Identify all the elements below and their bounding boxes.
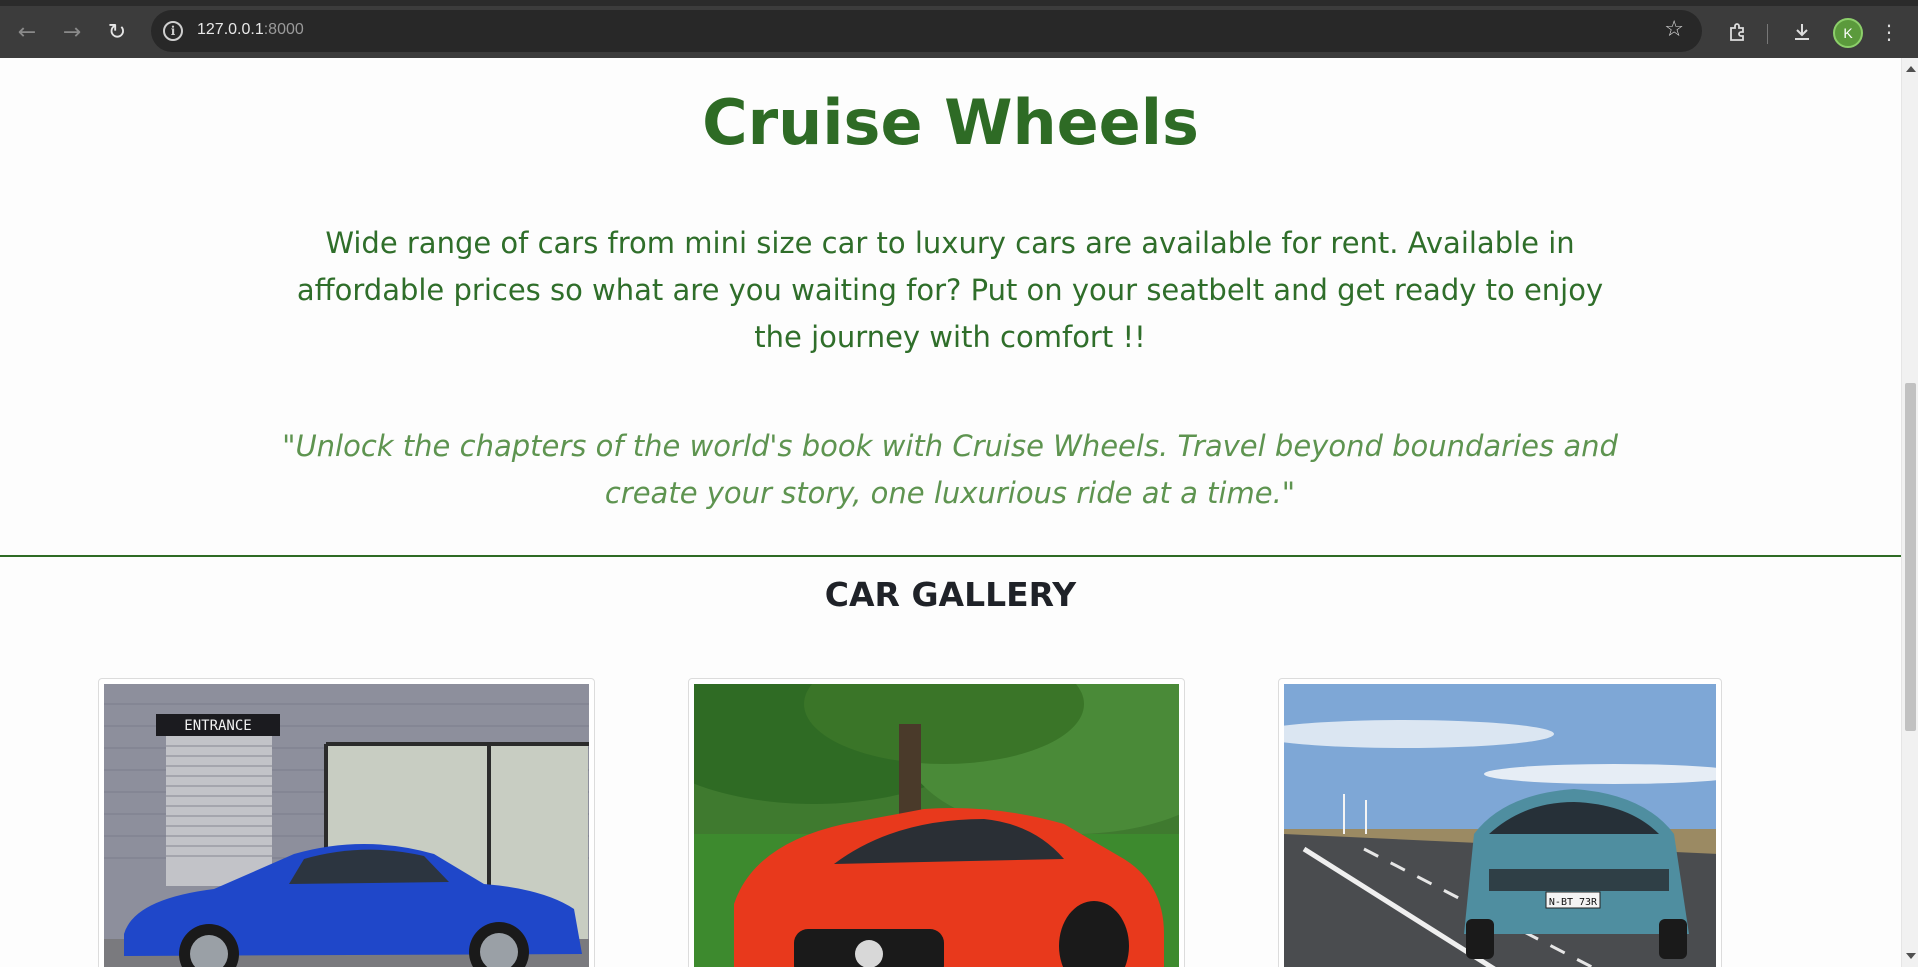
profile-avatar[interactable]: K [1833,18,1863,48]
back-icon[interactable]: ← [11,16,43,48]
gallery-heading: CAR GALLERY [824,575,1077,614]
download-icon[interactable] [1786,16,1818,48]
scroll-down-icon[interactable] [1906,953,1916,959]
reload-icon[interactable]: ↻ [101,16,133,48]
car-photo-blue-coupe: ENTRANCE [104,684,589,967]
car-photo-red-sports-car [694,684,1179,967]
page-content: Cruise Wheels Wide range of cars from mi… [0,58,1901,967]
scroll-thumb[interactable] [1905,383,1916,731]
browser-toolbar: ← → ↻ i 127.0.0.1:8000 ☆ K ⋮ [0,0,1918,58]
toolbar-separator [1767,24,1768,44]
gallery-card[interactable]: N-BT 73R [1278,678,1722,967]
license-plate: N-BT 73R [1549,897,1598,908]
scroll-up-icon[interactable] [1906,66,1916,72]
gallery-card[interactable] [688,678,1185,967]
bookmark-star-icon[interactable]: ☆ [1664,17,1684,42]
menu-icon[interactable]: ⋮ [1879,16,1899,48]
extensions-icon[interactable] [1722,16,1754,48]
url-host: 127.0.0.1 [197,21,264,38]
entrance-sign: ENTRANCE [184,718,251,734]
url-text[interactable]: 127.0.0.1:8000 [197,21,304,39]
url-port: :8000 [263,21,304,38]
gallery-card[interactable]: ENTRANCE [98,678,595,967]
forward-icon[interactable]: → [56,16,88,48]
tagline-quote: "Unlock the chapters of the world's book… [282,429,1618,510]
address-bar[interactable]: i 127.0.0.1:8000 ☆ [151,10,1702,52]
site-title: Cruise Wheels [702,86,1199,159]
section-divider [0,555,1901,557]
intro-description: Wide range of cars from mini size car to… [296,226,1604,354]
car-photo-teal-suv: N-BT 73R [1284,684,1716,967]
site-info-icon[interactable]: i [163,21,183,41]
page-scrollbar[interactable] [1901,58,1918,967]
